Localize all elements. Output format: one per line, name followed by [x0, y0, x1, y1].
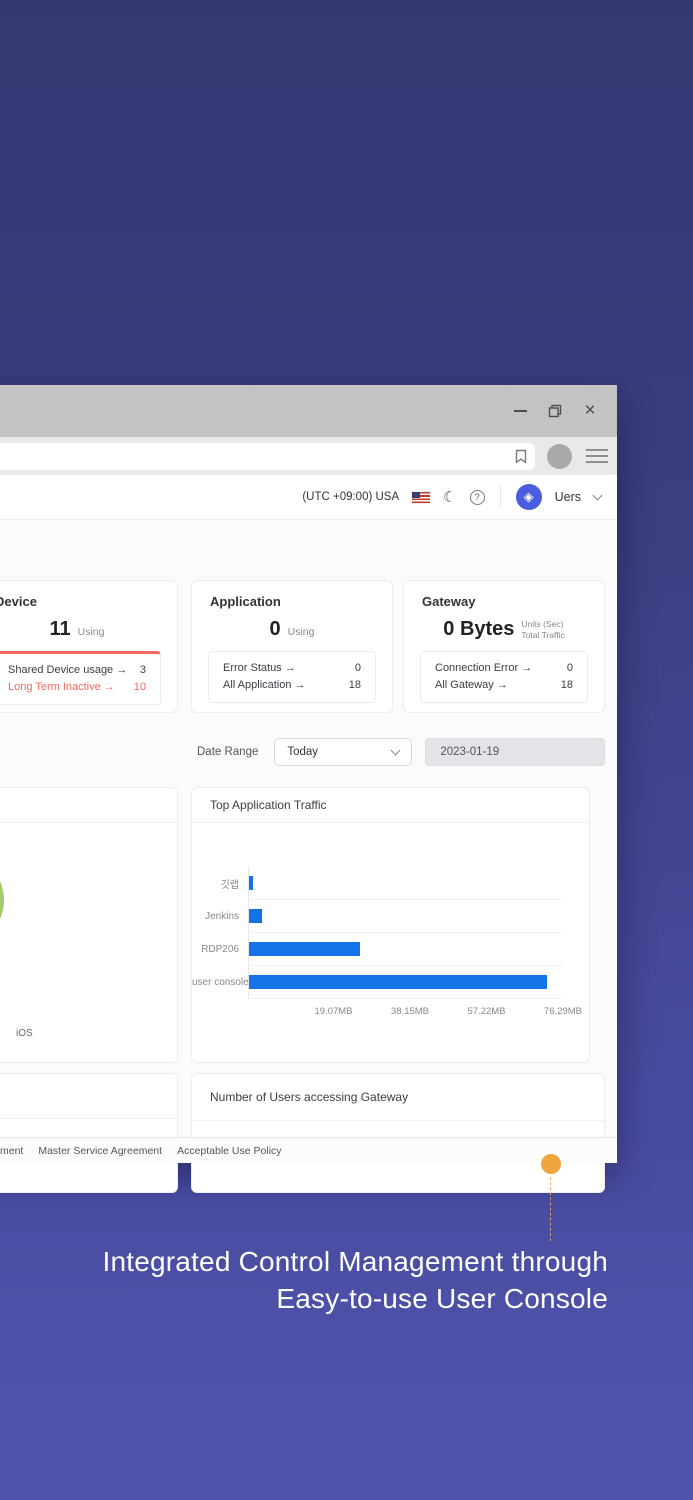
device-detail-box: Shared Device usage → 3 Long Term Inacti… [0, 651, 161, 706]
device-count: 11 [49, 618, 71, 640]
date-range-value: Today [287, 746, 319, 758]
traffic-card: Top Application Traffic 깃랩 Jenkins RDP206 u… [191, 787, 590, 1063]
gateway-row-all[interactable]: All Gateway → 18 [435, 677, 573, 694]
chart-bar[interactable] [249, 975, 548, 989]
help-icon[interactable]: ? [469, 489, 485, 505]
minimize-button[interactable] [511, 402, 529, 420]
device-card: Device 11 Using Shared Device usage → 3 … [0, 580, 178, 713]
profile-avatar[interactable] [547, 443, 572, 469]
headline-caption: Integrated Control Management through Ea… [103, 1244, 609, 1318]
chart-axis-tick: 19.07MB [314, 1006, 353, 1017]
os-donut-card: iOS [0, 787, 178, 1063]
chart-bar-area [248, 933, 563, 966]
chart-axis-tick: 57.22MB [467, 1006, 506, 1017]
chart-bar[interactable] [249, 909, 263, 923]
gateway-count: 0 Bytes [443, 618, 515, 640]
device-unit: Using [77, 626, 105, 638]
user-avatar-icon[interactable]: ◈ [515, 484, 542, 510]
application-detail-box: Error Status → 0 All Application → 18 [208, 651, 376, 704]
connector-dashed-line [550, 1177, 551, 1241]
gateway-users-card: Number of Users accessing Gateway [191, 1073, 605, 1193]
chevron-down-icon [390, 745, 401, 756]
close-button[interactable]: × [581, 400, 599, 421]
window-footer: ment Master Service Agreement Acceptable… [0, 1137, 617, 1163]
chart-axis-tick: 76.29MB [543, 1006, 583, 1017]
headline-line1: Integrated Control Management through [102, 1246, 608, 1277]
date-range-label: Date Range [197, 746, 259, 758]
donut-legend-ios[interactable]: iOS [16, 1028, 33, 1039]
bottom-left-card [0, 1073, 178, 1193]
gateway-units-note: Units (Sec) Total Traffic [521, 618, 565, 640]
browser-toolbar [0, 437, 617, 475]
headline-line2: Easy-to-use User Console [276, 1282, 608, 1314]
application-card: Application 0 Using Error Status → 0 All… [191, 580, 393, 713]
application-unit: Using [287, 626, 315, 638]
window-titlebar: × [0, 385, 617, 437]
timezone-label: (UTC +09:00) USA [302, 491, 400, 503]
chart-row: 깃랩 [192, 867, 589, 900]
device-row-shared[interactable]: Shared Device usage → 3 [8, 662, 146, 679]
chart-bar-area [248, 867, 563, 900]
address-bar[interactable] [0, 442, 535, 470]
chart-bar-area [248, 900, 563, 933]
application-row-error[interactable]: Error Status → 0 [223, 660, 361, 677]
footer-link-master-service[interactable]: Master Service Agreement [38, 1145, 162, 1157]
gateway-card: Gateway 0 Bytes Units (Sec) Total Traffic… [403, 580, 605, 713]
traffic-chart-ticks: 19.07MB 38.15MB 57.22MB 76.29MB [257, 999, 582, 1017]
device-card-title: Device [0, 594, 37, 609]
footer-link-agreement[interactable]: ment [0, 1145, 23, 1157]
app-header: (UTC +09:00) USA ☾ ? ◈ Uers [0, 475, 617, 520]
bookmark-icon[interactable] [515, 449, 527, 464]
gateway-users-title: Number of Users accessing Gateway [192, 1074, 604, 1121]
menu-button[interactable] [586, 449, 608, 463]
app-window: × (UTC +09:00) USA ☾ ? ◈ Uers evice 11 U… [0, 385, 617, 1193]
dark-mode-icon[interactable]: ☾ [443, 488, 456, 506]
chart-bar-area [248, 966, 563, 999]
application-count: 0 [269, 618, 281, 640]
chart-category-label: Jenkins [205, 911, 239, 922]
device-row-inactive[interactable]: Long Term Inactive → 10 [8, 679, 146, 696]
header-divider [499, 486, 501, 508]
traffic-card-title: Top Application Traffic [192, 788, 589, 823]
gateway-detail-box: Connection Error → 0 All Gateway → 18 [420, 651, 588, 704]
date-range-select[interactable]: Today [274, 738, 413, 766]
traffic-chart-plot: 깃랩 Jenkins RDP206 user console [192, 867, 589, 999]
chart-row: user console [192, 966, 589, 999]
date-input[interactable]: 2023-01-19 [425, 738, 605, 766]
chart-axis-tick: 38.15MB [390, 1006, 430, 1017]
application-card-title: Application [210, 594, 281, 609]
application-row-all[interactable]: All Application → 18 [223, 677, 361, 694]
usa-flag-icon[interactable] [412, 491, 431, 503]
chart-bar[interactable] [249, 942, 360, 956]
donut-card-header [0, 788, 177, 823]
close-icon: × [584, 400, 596, 421]
restore-button[interactable] [546, 402, 564, 420]
chart-row: Jenkins [192, 900, 589, 933]
chart-bar[interactable] [249, 876, 254, 890]
bottom-left-card-header [0, 1074, 177, 1119]
chart-row: RDP206 [192, 933, 589, 966]
page-background: × (UTC +09:00) USA ☾ ? ◈ Uers evice 11 U… [0, 0, 693, 1500]
menu-icon [586, 449, 608, 451]
chevron-down-icon[interactable] [592, 490, 603, 501]
dashboard-content: Device 11 Using Shared Device usage → 3 … [0, 520, 617, 1193]
gateway-card-title: Gateway [422, 594, 476, 609]
connector-dot [541, 1154, 561, 1174]
user-menu-label[interactable]: Uers [555, 490, 581, 504]
minimize-icon [513, 410, 527, 412]
chart-category-label: 깃랩 [220, 880, 239, 891]
chart-category-label: user console [192, 977, 248, 988]
donut-chart [0, 853, 4, 947]
footer-link-acceptable-use[interactable]: Acceptable Use Policy [177, 1145, 281, 1157]
restore-icon [548, 404, 562, 418]
chart-category-label: RDP206 [201, 944, 239, 955]
gateway-row-error[interactable]: Connection Error → 0 [435, 660, 573, 677]
date-filter-row: Date Range Today 2023-01-19 [197, 738, 605, 766]
